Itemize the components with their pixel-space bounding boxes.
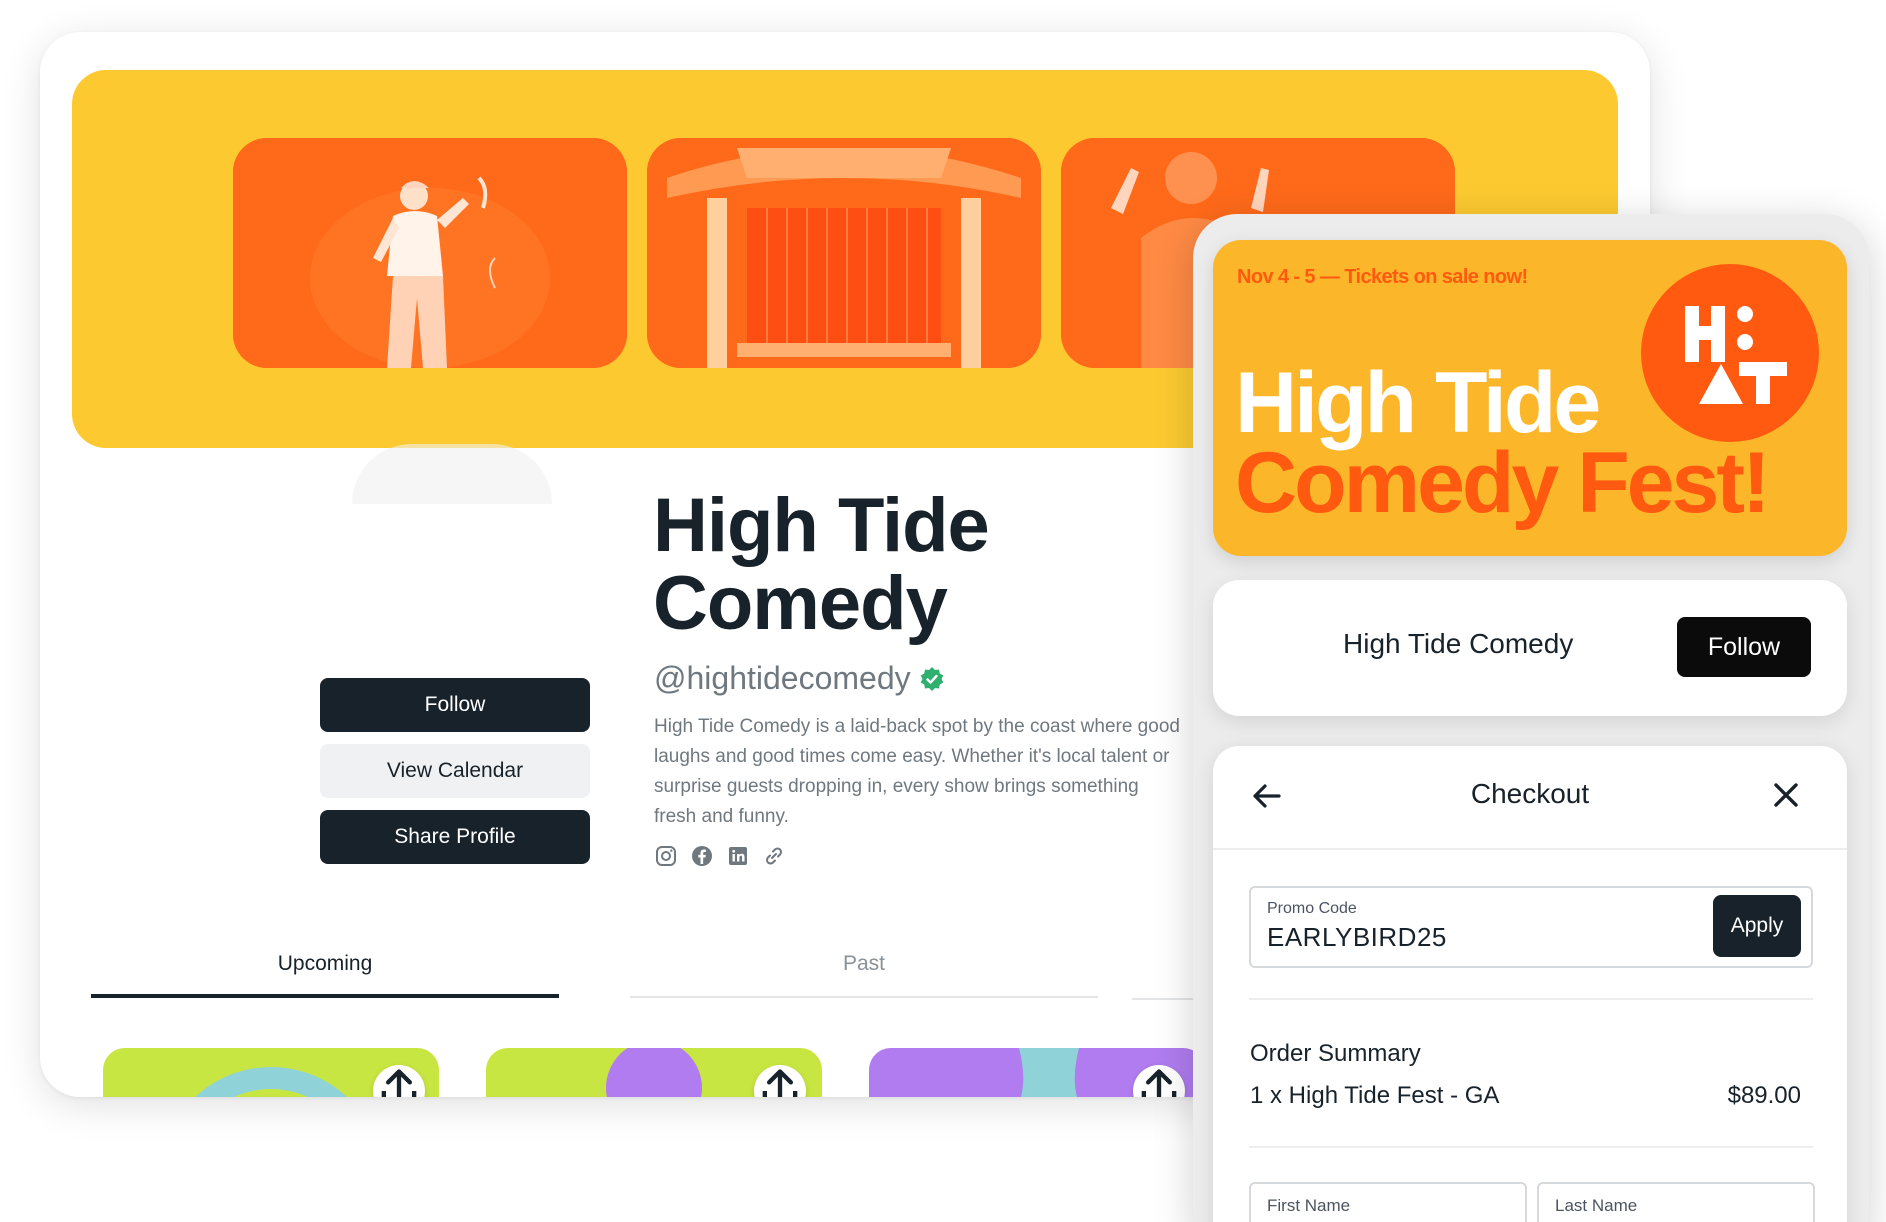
close-icon[interactable] bbox=[1771, 780, 1801, 810]
promo-code-field[interactable]: Promo Code EARLYBIRD25 Apply bbox=[1249, 886, 1813, 968]
marketing-composite: High Tide Comedy @hightidecomedy High Ti… bbox=[0, 0, 1886, 1222]
order-line-item: 1 x High Tide Fest - GA bbox=[1250, 1082, 1500, 1109]
checkout-sheet: Checkout Promo Code EARLYBIRD25 Apply Or… bbox=[1213, 746, 1847, 1222]
checkout-divider bbox=[1249, 1146, 1813, 1148]
profile-bio: High Tide Comedy is a laid-back spot by … bbox=[654, 716, 1180, 827]
festival-logo bbox=[1641, 264, 1819, 442]
tab-past-label: Past bbox=[842, 952, 886, 975]
event-card[interactable] bbox=[486, 1048, 822, 1097]
event-card[interactable] bbox=[869, 1048, 1205, 1097]
share-icon bbox=[381, 1069, 417, 1097]
promo-code-label: Promo Code bbox=[1267, 900, 1357, 917]
tab-upcoming[interactable]: Upcoming bbox=[91, 952, 559, 998]
organizer-follow-strip: High Tide Comedy Follow bbox=[1213, 580, 1847, 716]
facebook-icon[interactable] bbox=[690, 844, 714, 868]
link-icon[interactable] bbox=[762, 844, 786, 868]
festival-logo-mark bbox=[1685, 306, 1787, 404]
theater-photo-image bbox=[647, 138, 1041, 368]
order-summary-title: Order Summary bbox=[1250, 1040, 1421, 1067]
last-name-placeholder: Last Name bbox=[1555, 1196, 1638, 1215]
promo-date-line: Nov 4 - 5 — Tickets on sale now! bbox=[1237, 266, 1528, 288]
first-name-placeholder: First Name bbox=[1267, 1196, 1351, 1215]
promo-headline-line2: Comedy Fest! bbox=[1235, 435, 1771, 531]
event-share-button[interactable] bbox=[373, 1065, 425, 1097]
view-calendar-button[interactable]: View Calendar bbox=[320, 744, 590, 798]
tab-past[interactable]: Past bbox=[630, 952, 1098, 998]
comedian-photo-image bbox=[233, 138, 627, 368]
order-line-price: $89.00 bbox=[1727, 1082, 1801, 1109]
share-icon bbox=[1141, 1069, 1177, 1097]
first-name-field[interactable]: First Name bbox=[1249, 1182, 1527, 1222]
event-share-button[interactable] bbox=[1133, 1065, 1185, 1097]
profile-handle: @hightidecomedy bbox=[654, 660, 945, 697]
organizer-follow-button[interactable]: Follow bbox=[1677, 617, 1811, 677]
banner-photo-theater bbox=[647, 138, 1041, 368]
profile-title: High Tide Comedy bbox=[653, 487, 1113, 643]
share-icon bbox=[762, 1069, 798, 1097]
event-promo-banner[interactable]: Nov 4 - 5 — Tickets on sale now! High Ti… bbox=[1213, 240, 1847, 556]
organizer-name: High Tide Comedy bbox=[1343, 628, 1574, 659]
profile-title-line1: High Tide bbox=[653, 483, 990, 568]
tab-upcoming-label: Upcoming bbox=[277, 952, 373, 975]
checkout-title: Checkout bbox=[1470, 778, 1590, 809]
banner-photo-comedian bbox=[233, 138, 627, 368]
promo-code-input[interactable]: EARLYBIRD25 bbox=[1267, 922, 1447, 953]
event-share-button[interactable] bbox=[754, 1065, 806, 1097]
handle-text: @hightidecomedy bbox=[654, 660, 911, 696]
last-name-field[interactable]: Last Name bbox=[1537, 1182, 1815, 1222]
apply-button[interactable]: Apply bbox=[1713, 895, 1801, 957]
social-links bbox=[654, 844, 786, 868]
instagram-icon[interactable] bbox=[654, 844, 678, 868]
checkout-divider bbox=[1249, 998, 1813, 1000]
avatar-placeholder bbox=[352, 444, 552, 504]
verified-badge-icon bbox=[920, 666, 943, 691]
linkedin-icon[interactable] bbox=[726, 844, 750, 868]
checkout-header: Checkout bbox=[1213, 746, 1847, 850]
share-profile-button[interactable]: Share Profile bbox=[320, 810, 590, 864]
event-card[interactable] bbox=[103, 1048, 439, 1097]
promo-headline-line1: High Tide bbox=[1235, 355, 1601, 451]
follow-button[interactable]: Follow bbox=[320, 678, 590, 732]
profile-title-line2: Comedy bbox=[653, 561, 948, 646]
